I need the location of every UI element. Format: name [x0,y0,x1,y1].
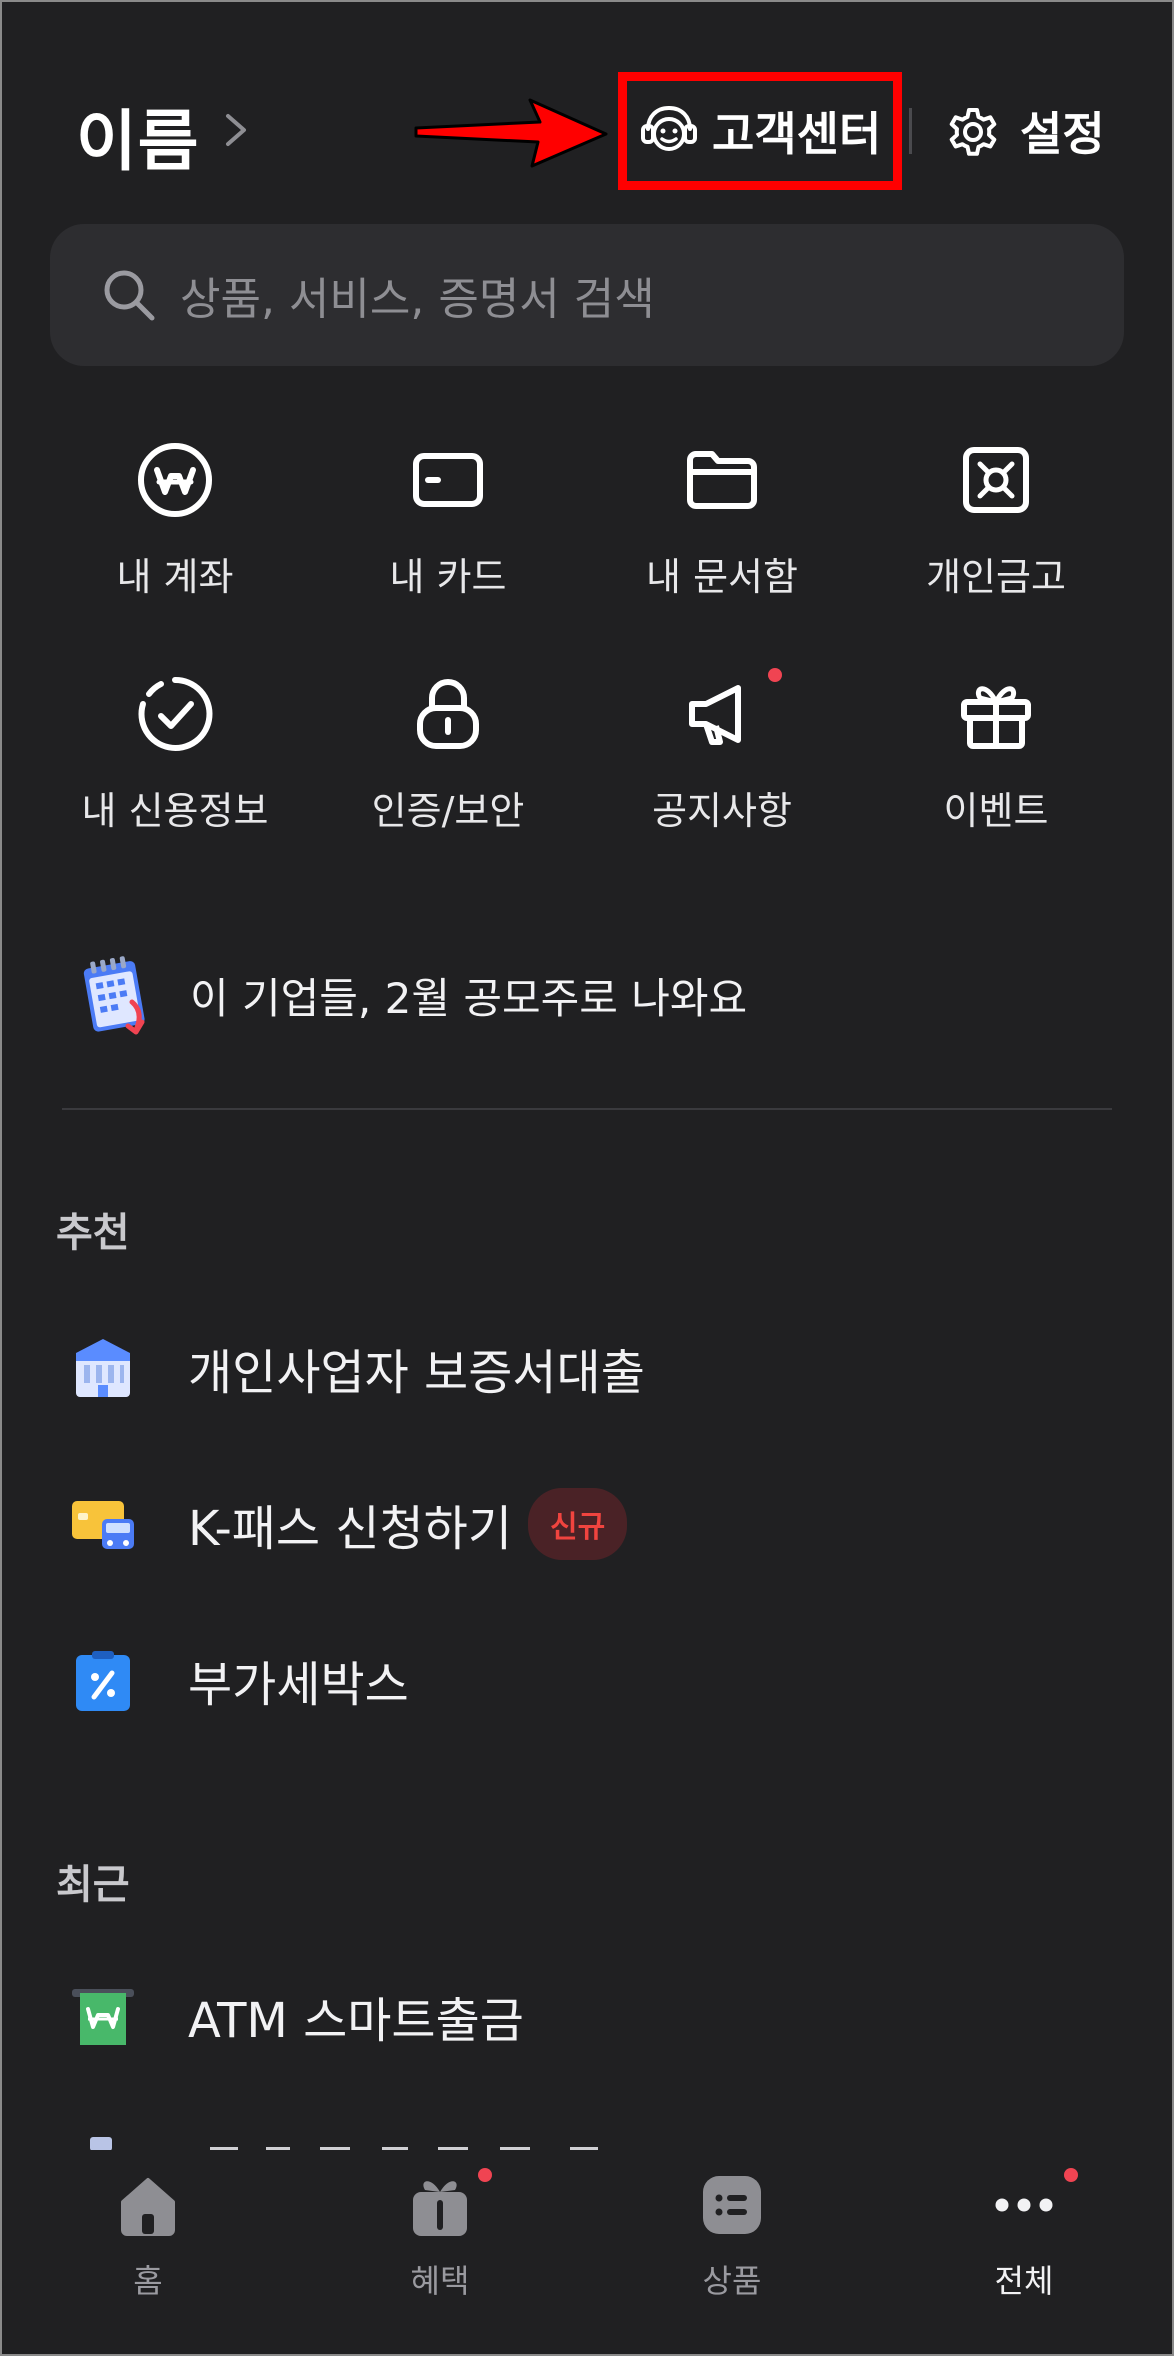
credit-check-icon [138,676,213,751]
won-coin-icon [138,443,212,517]
recent-item-atm[interactable]: ATM 스마트출금 [70,1966,1110,2066]
bottom-nav: 홈 혜택 상품 전체 [0,2150,1174,2356]
row-label: K-패스 신청하기 [188,1501,512,1557]
quick-menu-label: 내 계좌 [116,555,234,599]
nav-benefits[interactable]: 혜택 [350,2168,530,2320]
atm-cash-icon [72,1989,134,2045]
nav-label: 홈 [133,2262,163,2300]
more-dots-icon [995,2198,1053,2212]
quick-menu-my-card[interactable]: 내 카드 [328,440,568,620]
row-label: 개인사업자 보증서대출 [188,1345,645,1401]
nav-all[interactable]: 전체 [934,2168,1114,2320]
quick-menu-my-documents[interactable]: 내 문서함 [602,440,842,620]
ipo-banner[interactable]: 이 기업들, 2월 공모주로 나와요 [76,950,1106,1040]
gift-icon [961,686,1031,749]
customer-center-label: 고객센터 [712,107,882,161]
safe-icon [963,447,1029,513]
quick-menu-label: 내 카드 [389,555,507,599]
nav-label: 상품 [702,2262,762,2300]
quick-menu-credit-info[interactable]: 내 신용정보 [55,674,295,854]
quick-menu-label: 공지사항 [652,789,792,833]
new-dot [1064,2168,1078,2182]
quick-menu-notice[interactable]: 공지사항 [602,668,842,854]
nav-products[interactable]: 상품 [642,2170,822,2320]
header: 이름 고객센터 설정 [0,60,1174,200]
megaphone-icon [689,685,741,745]
headset-icon [641,106,697,151]
new-dot [478,2168,492,2182]
quick-menu-auth-security[interactable]: 인증/보안 [328,674,568,854]
user-name[interactable]: 이름 [76,88,199,184]
nav-home[interactable]: 홈 [58,2170,238,2320]
header-divider [909,108,912,154]
nav-label: 혜택 [410,2262,470,2300]
gift-icon [413,2181,467,2236]
home-icon [121,2178,175,2236]
recommended-item-kpass[interactable]: K-패스 신청하기 신규 [70,1474,1110,1574]
quick-menu-label: 인증/보안 [371,789,525,833]
quick-menu-personal-safe[interactable]: 개인금고 [876,440,1116,620]
quick-menu-label: 개인금고 [926,555,1066,599]
search-icon [104,270,155,321]
row-label: ATM 스마트출금 [188,1993,524,2049]
recommended-item-vat-box[interactable]: 부가세박스 [70,1630,1110,1730]
new-badge: 신규 [527,1488,628,1560]
recommended-item-business-loan[interactable]: 개인사업자 보증서대출 [70,1318,1110,1418]
quick-menu-my-account[interactable]: 내 계좌 [55,440,295,620]
card-bus-icon [72,1501,134,1549]
row-label: 부가세박스 [188,1657,409,1713]
partially-hidden-row [70,2136,670,2150]
nav-label: 전체 [994,2262,1054,2300]
customer-center-button[interactable]: 고객센터 [640,92,881,170]
search-input[interactable]: 상품, 서비스, 증명서 검색 [50,224,1124,366]
settings-label: 설정 [1020,107,1105,161]
recommended-section-title: 추천 [56,1210,130,1256]
recent-section-title: 최근 [56,1862,130,1908]
lock-icon [417,679,479,749]
red-arrow-annotation [414,98,608,168]
banner-text: 이 기업들, 2월 공모주로 나와요 [190,973,748,1023]
bank-building-icon [76,1339,130,1397]
chevron-right-icon[interactable] [222,100,252,160]
quick-menu-label: 이벤트 [943,789,1049,833]
list-icon [703,2176,761,2234]
divider [62,1108,1112,1110]
gear-icon [949,108,997,156]
calendar-icon [83,956,145,1035]
quick-menu-label: 내 문서함 [646,555,798,599]
card-icon [413,453,483,507]
new-dot [768,668,782,682]
search-placeholder: 상품, 서비스, 증명서 검색 [180,274,655,325]
quick-menu-event[interactable]: 이벤트 [876,674,1116,854]
folder-icon [687,451,757,509]
settings-button[interactable]: 설정 [944,92,1105,170]
quick-menu-label: 내 신용정보 [81,789,269,833]
percent-clipboard-icon [76,1651,130,1711]
